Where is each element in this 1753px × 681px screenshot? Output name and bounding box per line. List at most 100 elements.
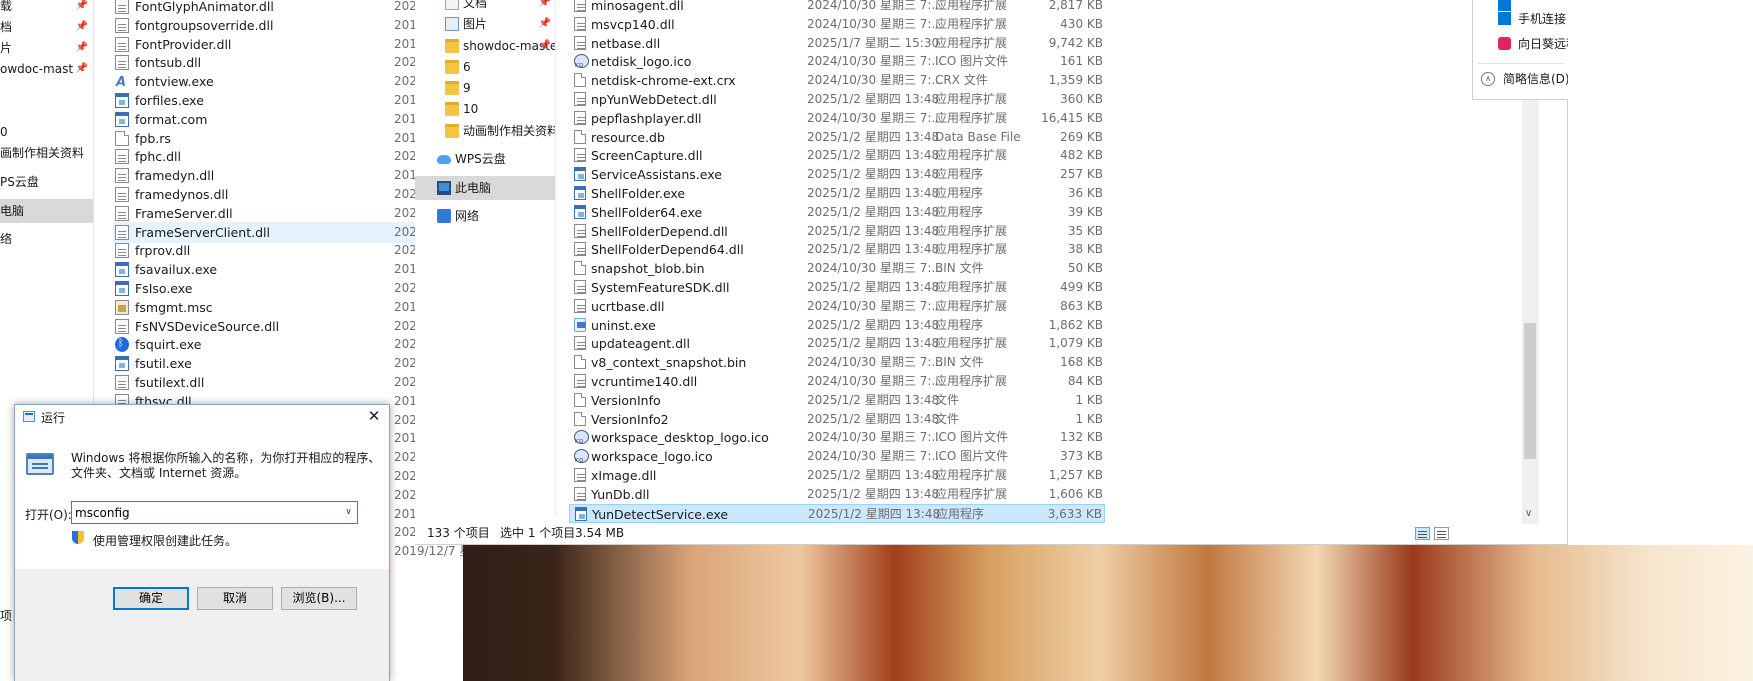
file-row[interactable]: ucrtbase.dll 2024/10/30 星期三 7:... 应用程序扩展 86… bbox=[569, 297, 1105, 316]
file-row[interactable]: workspace_logo.ico 2024/10/30 星期三 7:...IC… bbox=[569, 447, 1105, 471]
file-name: msvcp140.dll bbox=[591, 16, 675, 32]
file-row[interactable]: npYunWebDetect.dll 2025/1/2 星期四 13:48 应用程序… bbox=[569, 90, 1105, 109]
file-name: netdisk_logo.ico bbox=[591, 54, 692, 70]
file-size: 1,257 KB bbox=[1048, 468, 1103, 482]
file-size: 168 KB bbox=[1060, 355, 1103, 370]
bg-nav-item[interactable]: 画制作相关资料 bbox=[0, 141, 93, 165]
file-row[interactable]: netdisk-chrome-ext.crx 2024/10/30 星期三 7:.… bbox=[569, 71, 1105, 90]
ok-button[interactable]: 确定 bbox=[113, 587, 189, 610]
bg-nav-label: 电脑 bbox=[0, 204, 25, 218]
bg-nav-item[interactable]: owdoc-mast 📌 bbox=[0, 57, 93, 81]
file-type: 应用程序 bbox=[935, 317, 984, 332]
file-row[interactable]: snapshot_blob.bin 2024/10/30 星期三 7:... BIN… bbox=[569, 259, 1105, 278]
file-name: snapshot_blob.bin bbox=[591, 261, 705, 277]
shield-icon bbox=[71, 531, 85, 545]
file-row[interactable]: netdisk_logo.ico 2024/10/30 星期三 7:...ICO … bbox=[569, 52, 1105, 76]
file-row[interactable]: YunDb.dll 2025/1/2 星期四 13:48 应用程序扩展 1,606 K… bbox=[569, 485, 1105, 504]
brief-info-label: 简略信息(D) bbox=[1503, 72, 1568, 86]
file-date: 2025/1/2 星期四 13:48 bbox=[807, 223, 940, 238]
file-name: SystemFeatureSDK.dll bbox=[591, 280, 730, 295]
file-date: 2025/1/2 星期四 13:48 bbox=[807, 204, 940, 219]
bg-nav-item[interactable]: 电脑 bbox=[0, 199, 93, 223]
file-size: 1,606 KB bbox=[1048, 486, 1103, 501]
file-row[interactable]: msvcp140.dll 2024/10/30 星期三 7:... 应用程序扩展 43… bbox=[569, 15, 1105, 34]
file-date: 2025/1/2 星期四 13:48 bbox=[808, 506, 941, 521]
run-dialog-titlebar[interactable]: 运行 ✕ bbox=[15, 405, 389, 429]
chevron-down-icon[interactable]: ∨ bbox=[340, 502, 357, 523]
nav-item[interactable]: WPS云盘 bbox=[415, 147, 555, 171]
file-date: 2025/1/2 星期四 13:48 bbox=[807, 186, 940, 200]
file-row[interactable]: netbase.dll 2025/1/7 星期二 15:30 应用程序扩展 9,742… bbox=[569, 34, 1105, 53]
folder-icon bbox=[445, 102, 459, 116]
browse-button[interactable]: 浏览(B)... bbox=[281, 587, 357, 610]
dll-file-icon bbox=[574, 374, 586, 388]
nav-item[interactable]: 此电脑 bbox=[415, 176, 555, 200]
nav-item[interactable]: 图片 📌 bbox=[415, 12, 555, 36]
file-row[interactable]: ServiceAssistans.exe 2025/1/2 星期四 13:48 应用… bbox=[569, 165, 1105, 184]
file-row[interactable]: ShellFolderDepend64.dll 2025/1/2 星期四 13:4… bbox=[569, 240, 1105, 259]
bg-nav-item[interactable] bbox=[0, 85, 93, 109]
file-row[interactable]: resource.db 2025/1/2 星期四 13:48 Data Base F… bbox=[569, 128, 1105, 147]
bg-nav-item[interactable]: PS云盘 bbox=[0, 170, 93, 194]
dll-file-icon bbox=[115, 149, 129, 165]
file-date: 2024/10/30 星期三 7:... bbox=[807, 298, 943, 313]
file-type: 应用程序 bbox=[935, 167, 984, 182]
doc-icon bbox=[445, 0, 459, 10]
menu-item[interactable]: 向日葵远程 bbox=[1498, 33, 1568, 55]
scroll-down-icon[interactable]: ∨ bbox=[1525, 508, 1532, 519]
dll-file-icon bbox=[115, 205, 129, 221]
dll-file-icon bbox=[115, 187, 129, 202]
dll-file-icon bbox=[574, 336, 586, 351]
brief-info-toggle[interactable]: ∧ 简略信息(D) bbox=[1481, 68, 1568, 90]
file-row[interactable]: updateagent.dll 2025/1/2 星期四 13:48 应用程序扩展 1… bbox=[569, 334, 1105, 353]
file-size: 132 KB bbox=[1060, 430, 1103, 445]
scrollbar-thumb[interactable] bbox=[1524, 323, 1536, 459]
run-description: Windows 将根据你所输入的名称，为你打开相应的程序、文件夹、文档或 Int… bbox=[71, 451, 381, 480]
dll-file-icon bbox=[115, 168, 129, 184]
file-row[interactable]: v8_context_snapshot.bin 2024/10/30 星期三 7:… bbox=[569, 353, 1105, 372]
file-row[interactable]: VersionInfo2 2025/1/2 星期四 13:48 文件 1 KB bbox=[569, 410, 1105, 429]
file-row[interactable]: ShellFolderDepend.dll 2025/1/2 星期四 13:48 应… bbox=[569, 222, 1105, 241]
nav-label: 10 bbox=[463, 102, 479, 116]
file-row[interactable]: minosagent.dll 2024/10/30 星期三 7:... 应用程序扩展… bbox=[569, 0, 1105, 15]
item-count: 133 个项目 bbox=[427, 526, 490, 540]
file-row[interactable]: workspace_desktop_logo.ico 2024/10/30 星期三… bbox=[569, 428, 1105, 452]
open-label: 打开(O): bbox=[25, 508, 72, 522]
file-row[interactable]: YunDetectService.exe 2025/1/2 星期四 13:48 应用… bbox=[569, 503, 1105, 523]
bg-nav-item[interactable]: 络 bbox=[0, 227, 93, 251]
cancel-button[interactable]: 取消 bbox=[197, 587, 273, 610]
file-row[interactable]: ShellFolder64.exe 2025/1/2 星期四 13:48 应用程序 3… bbox=[569, 203, 1105, 222]
dll-file-icon bbox=[574, 242, 586, 257]
file-size: 1,359 KB bbox=[1048, 73, 1103, 88]
file-date: 2025/1/2 星期四 13:48 bbox=[807, 486, 940, 501]
file-row[interactable]: uninst.exe 2025/1/2 星期四 13:48 应用程序 1,862 KB bbox=[569, 316, 1105, 335]
details-view-icon[interactable] bbox=[1415, 527, 1430, 540]
dll-file-icon bbox=[115, 55, 129, 71]
nav-item[interactable]: 10 bbox=[415, 97, 555, 121]
dll-file-icon bbox=[115, 375, 129, 390]
nav-item[interactable]: 网络 bbox=[415, 204, 555, 228]
close-icon[interactable]: ✕ bbox=[365, 407, 383, 425]
file-row[interactable]: vcruntime140.dll 2024/10/30 星期三 7:... 应用程序… bbox=[569, 372, 1105, 391]
file-type: 应用程序扩展 bbox=[935, 468, 1008, 482]
file-size: 269 KB bbox=[1060, 129, 1103, 144]
file-row[interactable]: xImage.dll 2025/1/2 星期四 13:48 应用程序扩展 1,257 … bbox=[569, 466, 1105, 485]
file-row[interactable]: ScreenCapture.dll 2025/1/2 星期四 13:48 应用程序扩… bbox=[569, 146, 1105, 165]
file-row[interactable]: ShellFolder.exe 2025/1/2 星期四 13:48 应用程序 36 … bbox=[569, 184, 1105, 203]
file-size: 257 KB bbox=[1060, 167, 1103, 182]
file-size: 50 KB bbox=[1067, 261, 1103, 276]
desktop-background bbox=[1568, 0, 1753, 545]
file-row[interactable]: SystemFeatureSDK.dll 2025/1/2 星期四 13:48 应用… bbox=[569, 278, 1105, 297]
exe-file-icon bbox=[575, 506, 587, 521]
menu-item[interactable]: 手机连接 bbox=[1498, 8, 1568, 30]
large-icons-view-icon[interactable] bbox=[1434, 527, 1449, 540]
nav-item[interactable]: 动画制作相关资料 bbox=[415, 119, 555, 143]
file-date: 2024/10/30 星期三 7:... bbox=[807, 110, 943, 125]
file-row[interactable]: VersionInfo 2025/1/2 星期四 13:48 文件 1 KB bbox=[569, 391, 1105, 410]
exe-file-icon bbox=[574, 204, 586, 219]
open-input[interactable] bbox=[71, 501, 358, 524]
file-type: 应用程序扩展 bbox=[935, 280, 1008, 294]
file-size: 35 KB bbox=[1067, 223, 1103, 238]
file-type: ICO 图片文件 bbox=[935, 430, 1009, 445]
file-row[interactable]: pepflashplayer.dll 2024/10/30 星期三 7:... 应用… bbox=[569, 109, 1105, 128]
